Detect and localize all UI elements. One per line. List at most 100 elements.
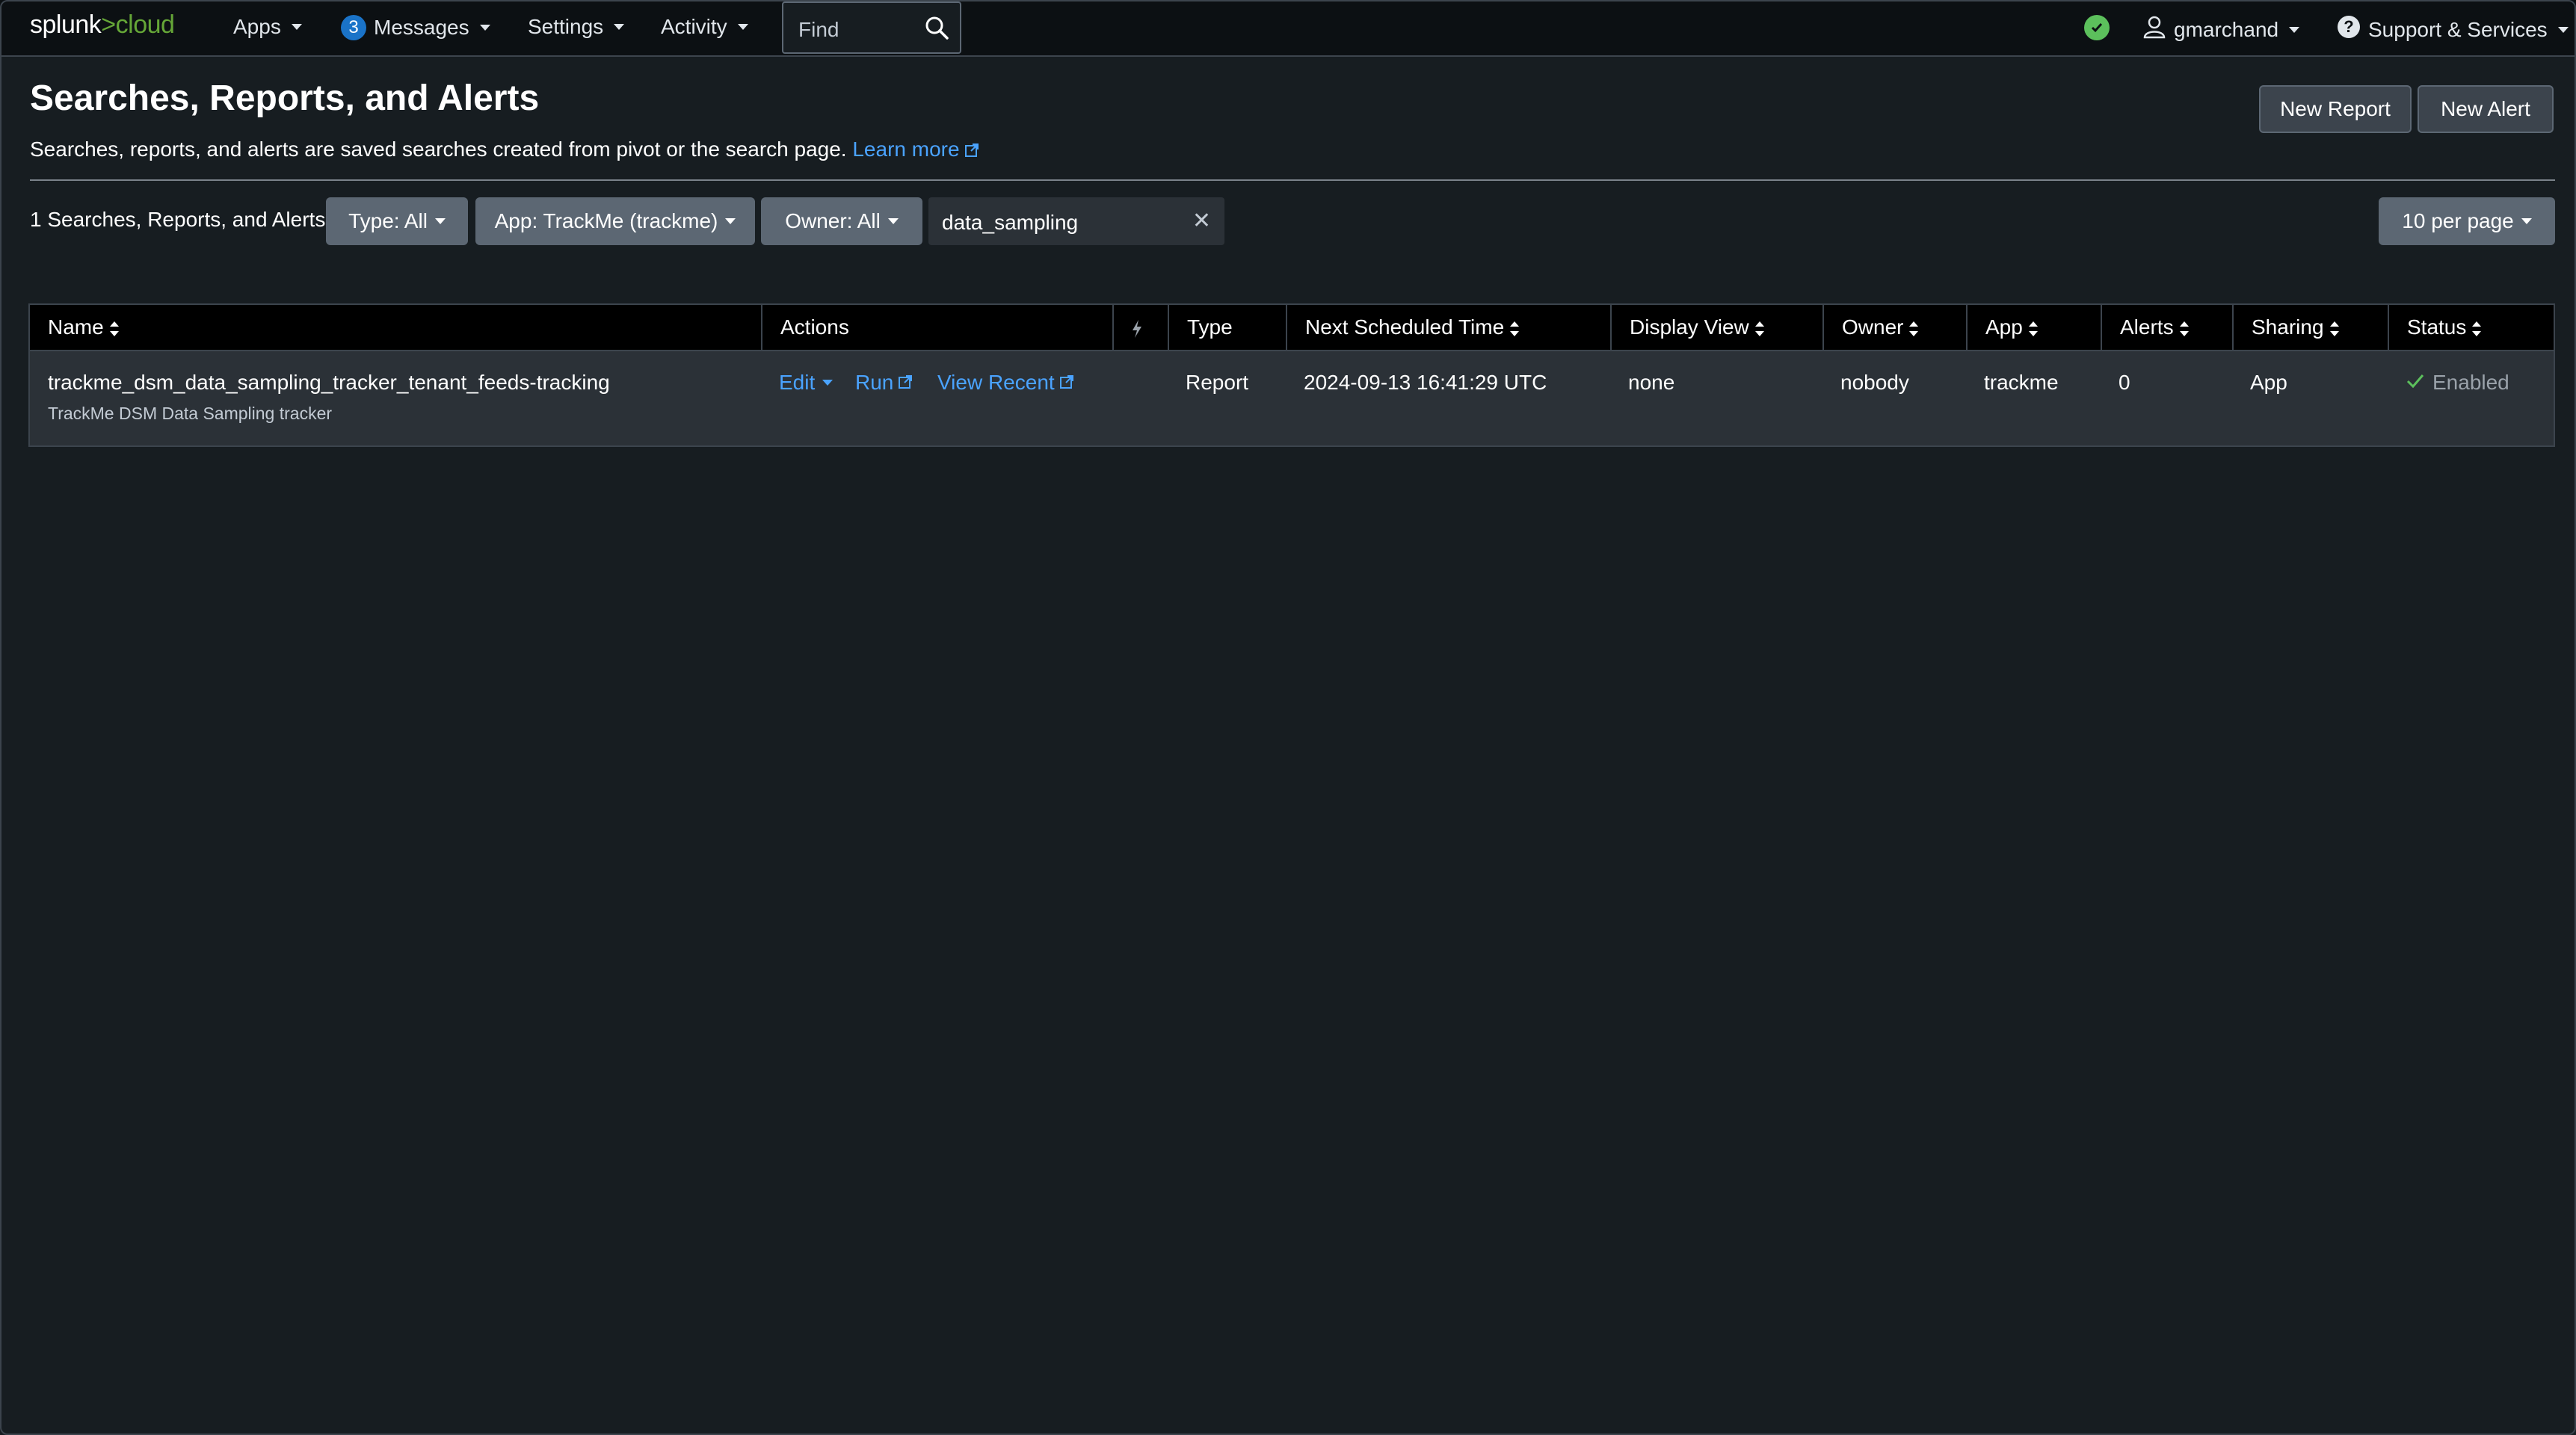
learn-more-link[interactable]: Learn more (852, 138, 979, 161)
chevron-down-icon (479, 25, 490, 31)
support-label: Support & Services (2368, 17, 2548, 41)
column-header-status-label: Status (2407, 315, 2467, 339)
column-header-name[interactable]: Name (30, 305, 761, 350)
cell-type: Report (1186, 371, 1249, 394)
svg-text:?: ? (2344, 17, 2353, 36)
cell-owner: nobody (1840, 371, 1909, 394)
cell-display-view: none (1628, 371, 1675, 394)
column-header-acceleration (1112, 305, 1168, 350)
column-header-next-scheduled-label: Next Scheduled Time (1305, 315, 1505, 339)
run-link[interactable]: Run (855, 371, 913, 395)
messages-menu-label: Messages (374, 16, 469, 39)
owner-filter-dropdown[interactable]: Owner: All (761, 197, 922, 245)
chevron-down-icon (887, 218, 899, 224)
sort-icon (2329, 321, 2339, 336)
apps-menu[interactable]: Apps (233, 15, 302, 39)
chevron-down-icon (725, 218, 736, 224)
type-filter-dropdown[interactable]: Type: All (326, 197, 468, 245)
column-header-sharing[interactable]: Sharing (2232, 305, 2388, 350)
view-recent-link[interactable]: View Recent (937, 371, 1074, 395)
chevron-down-icon (2557, 26, 2569, 33)
sort-icon (2028, 321, 2038, 336)
column-header-name-label: Name (48, 315, 104, 339)
help-icon: ? (2337, 15, 2361, 44)
filter-search-input[interactable]: data_sampling ✕ (928, 197, 1224, 245)
splunk-cloud-logo[interactable]: splunk>cloud (30, 10, 175, 40)
column-header-owner-label: Owner (1842, 315, 1904, 339)
external-link-icon (898, 371, 913, 395)
clear-icon[interactable]: ✕ (1192, 208, 1211, 234)
cell-next-scheduled-time: 2024-09-13 16:41:29 UTC (1304, 371, 1547, 394)
find-placeholder: Find (798, 18, 839, 41)
edit-label: Edit (779, 371, 816, 394)
column-header-next-scheduled-time[interactable]: Next Scheduled Time (1286, 305, 1610, 350)
settings-menu-label: Settings (528, 15, 604, 38)
page-description-text: Searches, reports, and alerts are saved … (30, 138, 847, 161)
cell-alerts: 0 (2119, 371, 2130, 394)
column-header-type-label: Type (1187, 315, 1233, 339)
chevron-down-icon (2289, 26, 2300, 33)
column-header-actions: Actions (761, 305, 1112, 350)
column-header-alerts[interactable]: Alerts (2101, 305, 2232, 350)
column-header-display-view[interactable]: Display View (1610, 305, 1822, 350)
run-label: Run (855, 371, 894, 394)
sort-icon (2472, 321, 2482, 336)
activity-menu-label: Activity (661, 15, 727, 38)
messages-count-badge: 3 (341, 15, 366, 40)
per-page-dropdown[interactable]: 10 per page (2379, 197, 2555, 245)
new-alert-button[interactable]: New Alert (2418, 85, 2554, 133)
saved-search-name-link[interactable]: trackme_dsm_data_sampling_tracker_tenant… (48, 371, 610, 395)
chevron-down-icon (737, 24, 748, 30)
column-header-owner[interactable]: Owner (1822, 305, 1966, 350)
logo-gt: > (101, 10, 116, 39)
column-header-status[interactable]: Status (2388, 305, 2554, 350)
column-header-type: Type (1168, 305, 1286, 350)
messages-menu[interactable]: 3 Messages (341, 15, 490, 40)
user-menu[interactable]: gmarchand (2142, 15, 2300, 44)
search-icon[interactable] (924, 15, 949, 44)
find-input[interactable]: Find (782, 1, 961, 54)
app-filter-dropdown[interactable]: App: TrackMe (trackme) (475, 197, 755, 245)
column-header-alerts-label: Alerts (2120, 315, 2174, 339)
lightning-icon (1130, 315, 1144, 339)
column-header-display-view-label: Display View (1630, 315, 1749, 339)
column-header-app[interactable]: App (1966, 305, 2101, 350)
edit-menu[interactable]: Edit (779, 371, 833, 395)
header-divider (30, 179, 2555, 181)
column-header-sharing-label: Sharing (2252, 315, 2324, 339)
external-link-icon (964, 139, 979, 163)
settings-menu[interactable]: Settings (528, 15, 625, 39)
table-row: trackme_dsm_data_sampling_tracker_tenant… (28, 351, 2555, 447)
owner-filter-label: Owner: All (785, 209, 881, 232)
logo-main: splunk (30, 10, 102, 39)
column-header-app-label: App (1985, 315, 2023, 339)
logo-product: cloud (115, 10, 175, 39)
page-title: Searches, Reports, and Alerts (30, 78, 540, 118)
per-page-label: 10 per page (2402, 209, 2514, 232)
table-header: Name Actions Type Next Scheduled Time Di… (28, 303, 2555, 351)
saved-search-description: TrackMe DSM Data Sampling tracker (48, 404, 333, 423)
app-filter-label: App: TrackMe (trackme) (494, 209, 718, 232)
health-status-icon[interactable] (2084, 15, 2110, 40)
chevron-down-icon (822, 380, 833, 386)
saved-searches-table: Name Actions Type Next Scheduled Time Di… (28, 303, 2555, 447)
external-link-icon (1059, 371, 1074, 395)
sort-icon (2179, 321, 2189, 336)
cell-sharing: App (2250, 371, 2287, 394)
sort-icon (1909, 321, 1919, 336)
filter-search-value: data_sampling (942, 211, 1079, 234)
chevron-down-icon (291, 24, 302, 30)
page-description: Searches, reports, and alerts are saved … (30, 138, 979, 163)
user-name: gmarchand (2174, 17, 2279, 41)
user-icon (2142, 15, 2166, 44)
status-label: Enabled (2432, 371, 2509, 394)
checkmark-icon (2406, 371, 2425, 395)
new-report-button[interactable]: New Report (2259, 85, 2412, 133)
support-menu[interactable]: ? Support & Services (2337, 15, 2569, 44)
apps-menu-label: Apps (233, 15, 281, 38)
sort-icon (1510, 321, 1520, 336)
sort-icon (109, 321, 119, 336)
activity-menu[interactable]: Activity (661, 15, 748, 39)
cell-app: trackme (1984, 371, 2059, 394)
chevron-down-icon (2521, 218, 2532, 224)
